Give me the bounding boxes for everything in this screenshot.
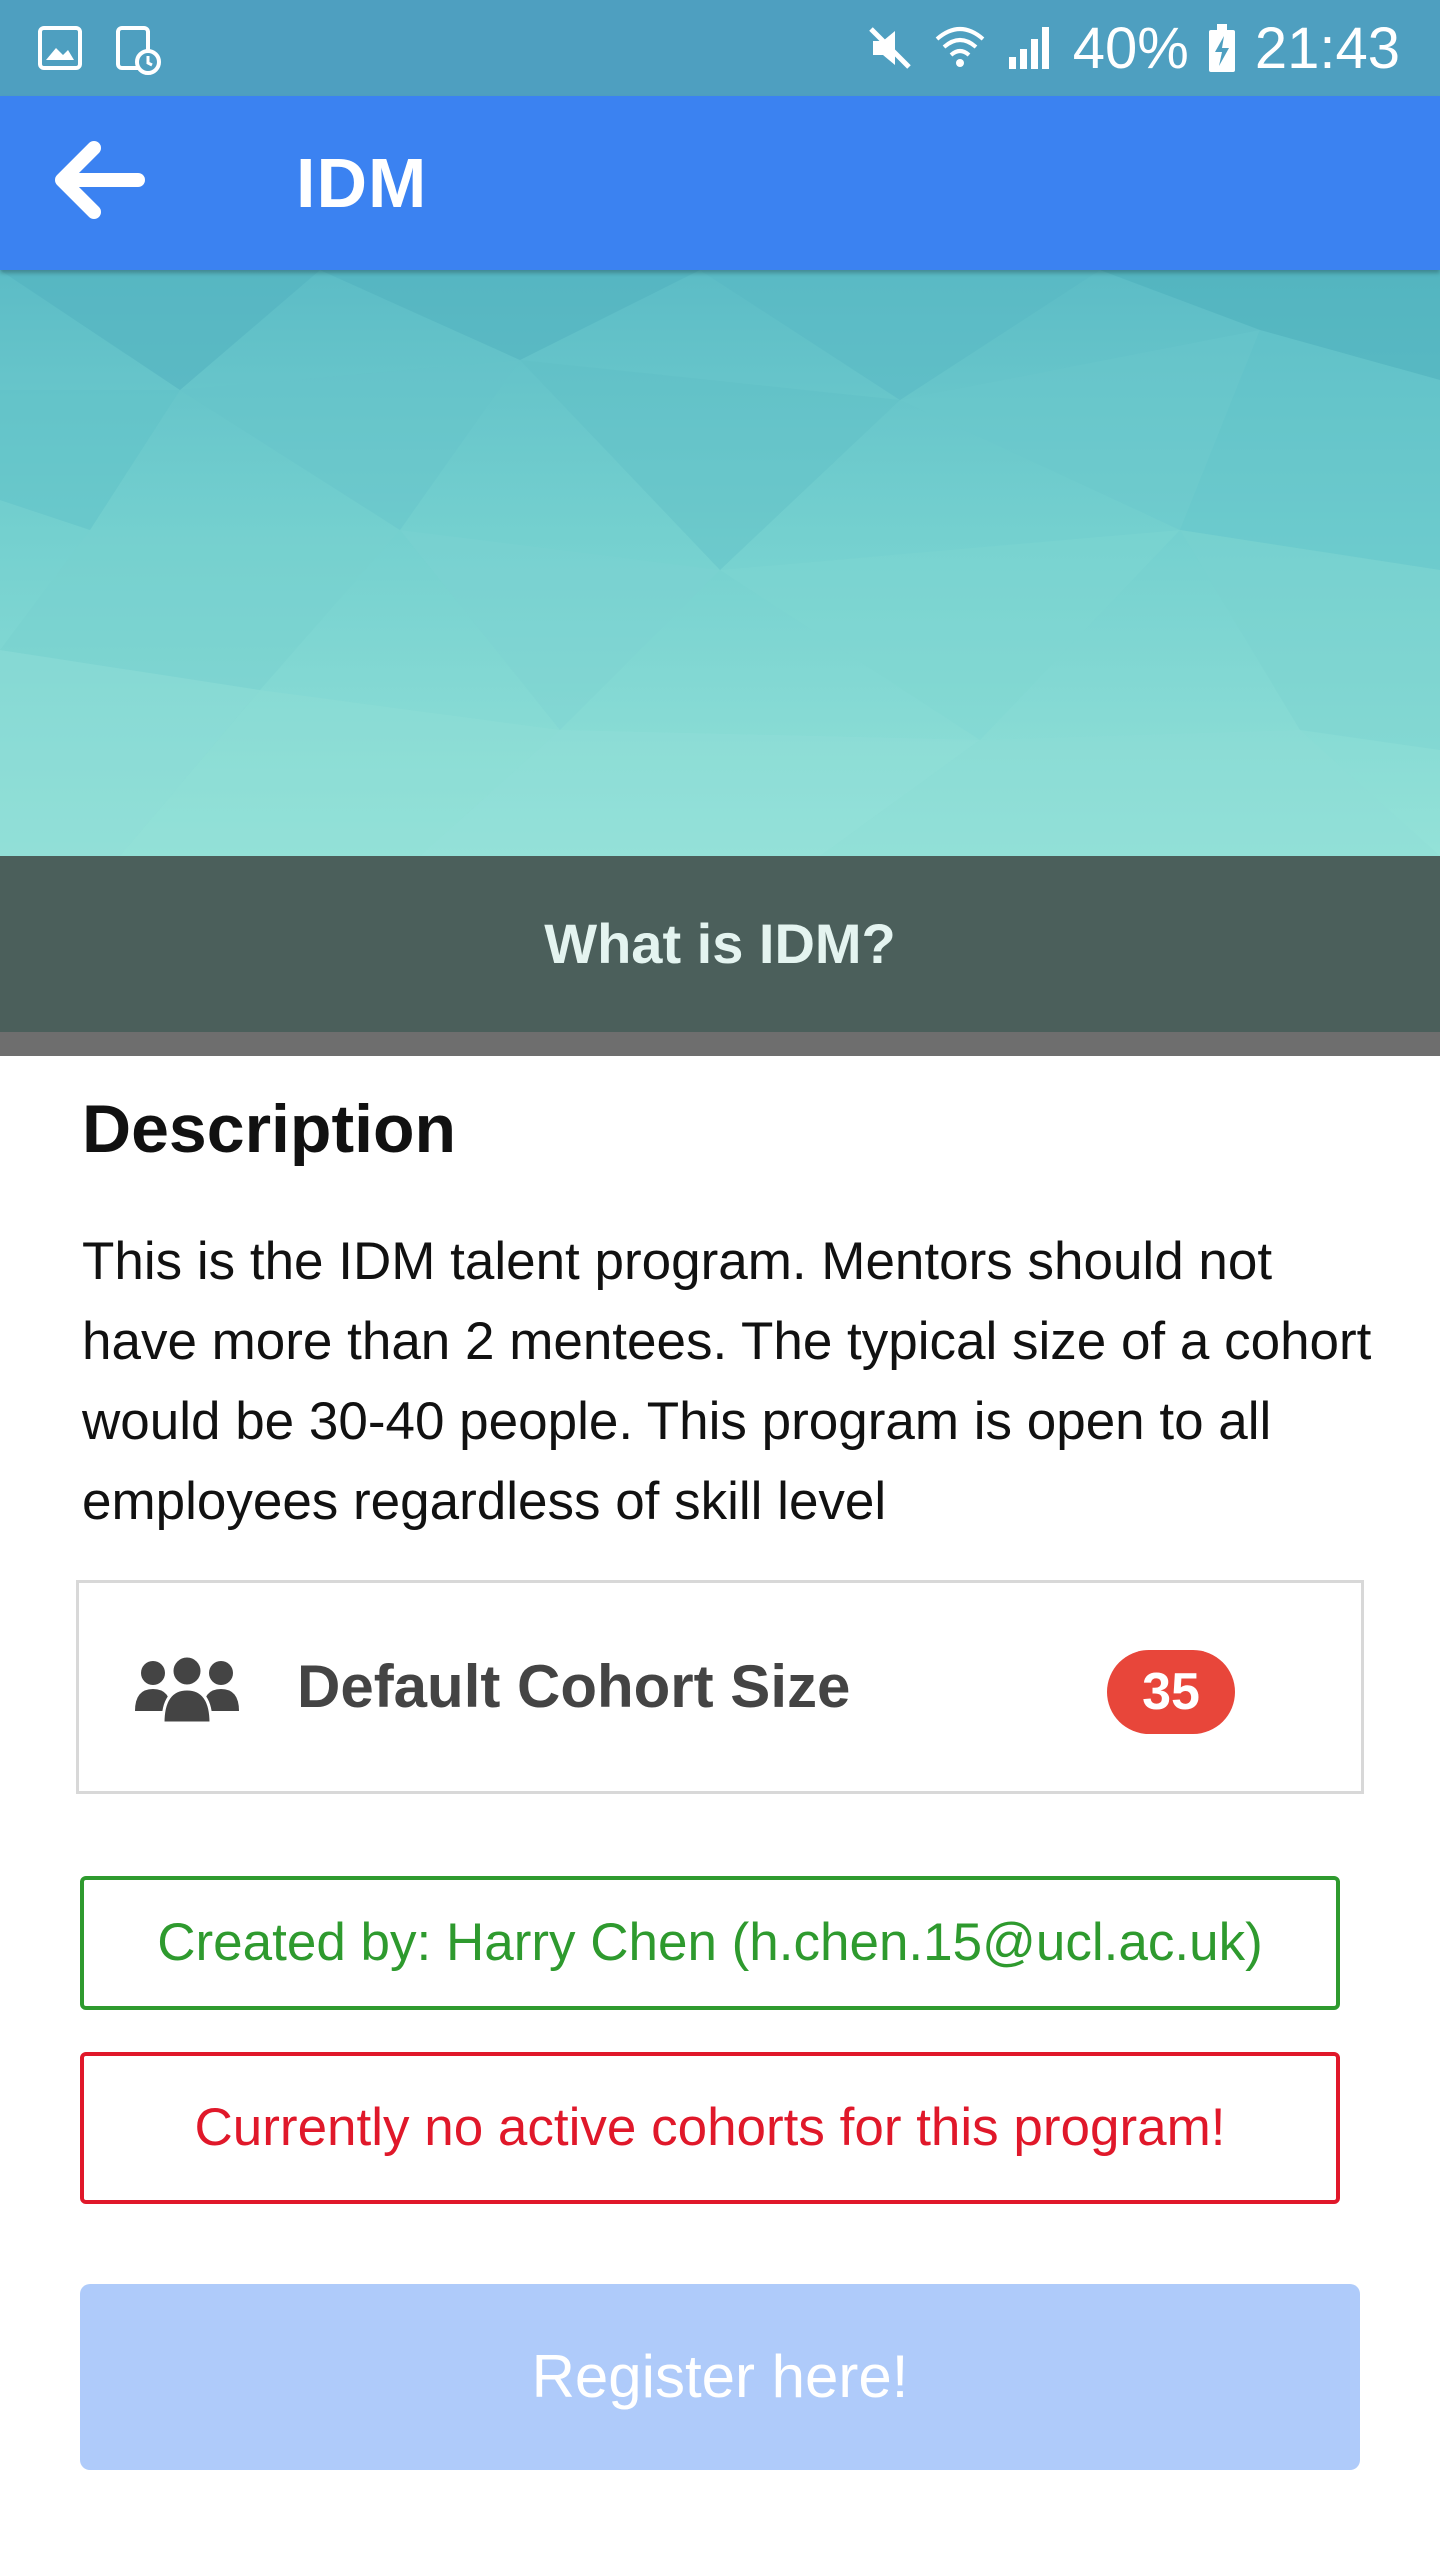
default-cohort-size-card: Default Cohort Size 35: [76, 1580, 1364, 1794]
status-bar: 40% 21:43: [0, 0, 1440, 96]
description-heading: Description: [82, 1091, 457, 1167]
program-banner-caption: What is IDM?: [0, 856, 1440, 1032]
program-banner-image: [0, 270, 1440, 856]
page-title: IDM: [296, 144, 428, 222]
banner-divider: [0, 1032, 1440, 1056]
gallery-icon: [36, 24, 84, 81]
app-bar: IDM: [0, 96, 1440, 270]
clock: 21:43: [1254, 15, 1400, 81]
created-by-notice: Created by: Harry Chen (h.chen.15@ucl.ac…: [80, 1876, 1340, 2010]
register-button[interactable]: Register here!: [80, 2284, 1360, 2470]
group-icon: [131, 1653, 243, 1730]
description-text: This is the IDM talent program. Mentors …: [82, 1232, 1372, 1531]
battery-charging-icon: [1207, 22, 1237, 74]
mute-icon: [865, 23, 915, 73]
arrow-left-icon: [55, 141, 145, 219]
battery-level: 40%: [1072, 15, 1189, 81]
no-active-cohorts-alert: Currently no active cohorts for this pro…: [80, 2052, 1340, 2204]
signal-icon: [1005, 23, 1055, 73]
wifi-icon: [933, 23, 987, 73]
back-button[interactable]: [50, 140, 160, 230]
screen-time-icon: [114, 24, 162, 81]
cohort-size-badge: 35: [1107, 1650, 1235, 1734]
cohort-size-label: Default Cohort Size: [297, 1653, 851, 1720]
